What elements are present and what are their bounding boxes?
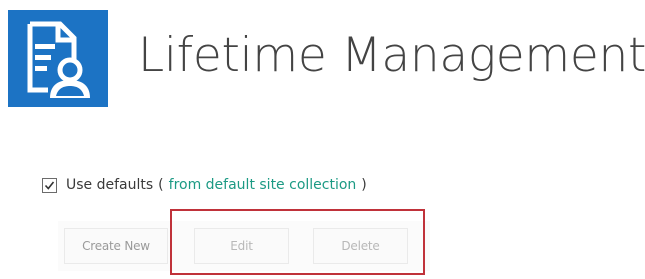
use-defaults-checkbox[interactable] <box>42 177 57 193</box>
delete-button[interactable]: Delete <box>313 228 408 264</box>
page-title: Lifetime Management <box>138 28 645 83</box>
edit-button[interactable]: Edit <box>194 228 289 264</box>
close-paren: ) <box>361 177 367 193</box>
open-paren: ( <box>158 177 164 193</box>
use-defaults-label: Use defaults <box>66 177 154 193</box>
default-site-collection-link[interactable]: from default site collection <box>169 177 357 193</box>
create-new-button[interactable]: Create New <box>64 228 168 264</box>
checkmark-icon <box>44 181 55 190</box>
lifetime-management-app-icon <box>8 10 108 107</box>
lifetime-management-page: Lifetime Management Use defaults ( from … <box>0 0 645 279</box>
use-defaults-row: Use defaults ( from default site collect… <box>42 174 367 196</box>
